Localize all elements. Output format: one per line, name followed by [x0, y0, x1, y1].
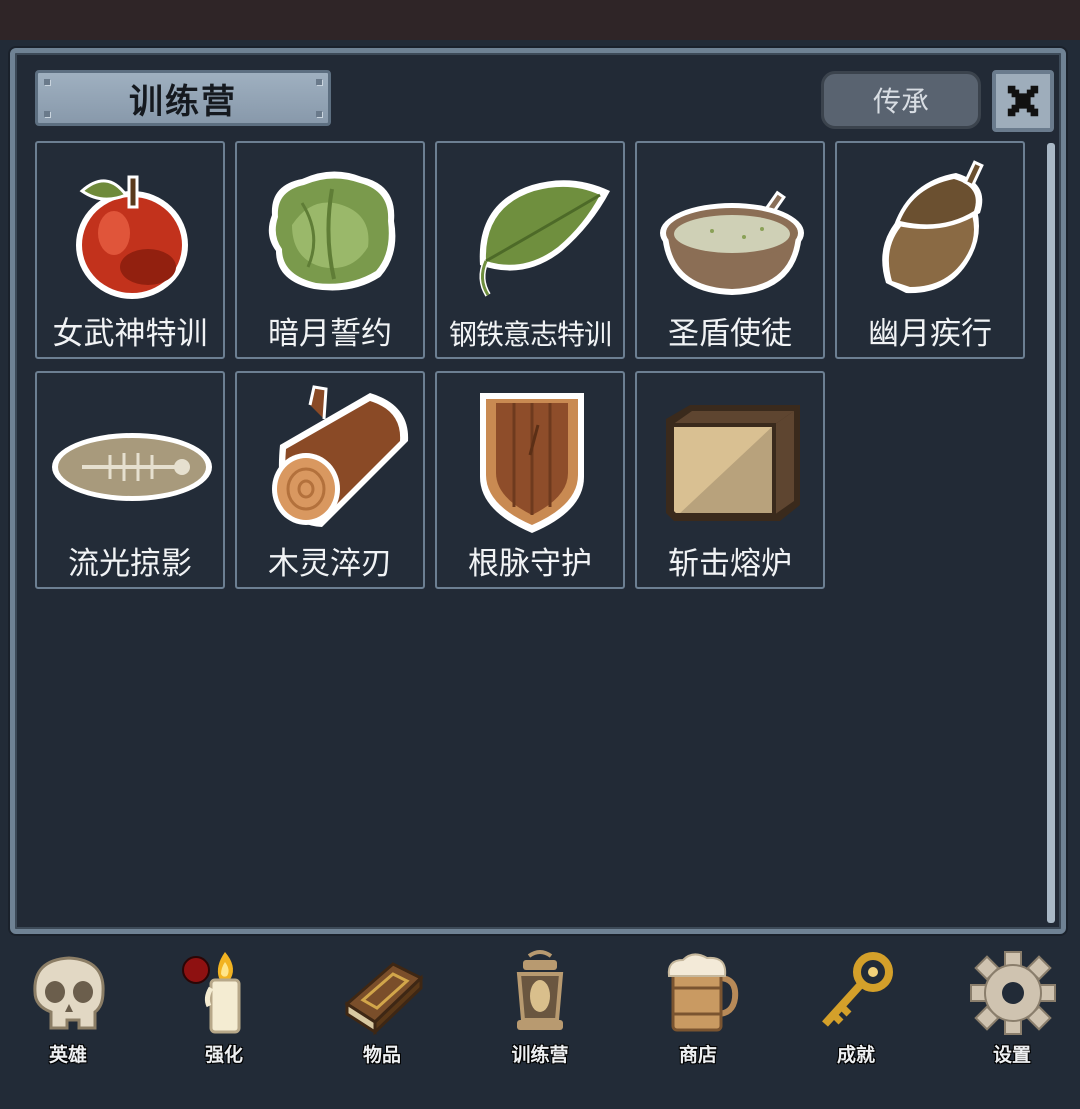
training-card-label: 圣盾使徒 — [668, 316, 792, 352]
nav-achievements[interactable]: 成就 — [796, 948, 916, 1068]
bottom-nav: 英雄 强化 物品 训练营 商店 成就 设置 — [0, 940, 1080, 1109]
apple-icon — [76, 175, 188, 299]
training-card-label: 钢铁意志特训 — [448, 318, 612, 351]
nav-items[interactable]: 物品 — [322, 948, 442, 1068]
close-icon — [1007, 85, 1039, 117]
cabbage-icon — [268, 171, 396, 291]
training-card-label: 木灵淬刃 — [268, 546, 392, 582]
nav-hero[interactable]: 英雄 — [8, 948, 128, 1068]
training-card-label: 根脉守护 — [468, 546, 592, 582]
training-card-root-guard[interactable]: 根脉守护 — [435, 371, 625, 589]
lantern-icon — [516, 950, 564, 1030]
training-card-label: 斩击熔炉 — [668, 546, 792, 582]
key-icon — [822, 952, 893, 1027]
scrollbar[interactable] — [1047, 143, 1055, 923]
leaf-icon — [479, 180, 610, 297]
nav-label: 设置 — [992, 1044, 1031, 1066]
nav-label: 英雄 — [48, 1044, 87, 1066]
skull-icon — [33, 956, 105, 1030]
training-card-label: 流光掠影 — [68, 546, 192, 582]
training-card-wood-spirit-blade[interactable]: 木灵淬刃 — [235, 371, 425, 589]
window-title: 训练营 — [129, 81, 237, 122]
training-card-dark-moon-oath[interactable]: 暗月誓约 — [235, 141, 425, 359]
nav-label: 商店 — [678, 1044, 717, 1066]
training-card-label: 女武神特训 — [52, 316, 208, 352]
notification-badge — [182, 956, 210, 984]
gear-icon — [970, 951, 1056, 1035]
fish-bone-icon — [52, 433, 212, 501]
training-card-holy-shield[interactable]: 圣盾使徒 — [635, 141, 825, 359]
nav-label: 训练营 — [511, 1044, 569, 1066]
book-icon — [344, 962, 424, 1036]
training-card-iron-will[interactable]: 钢铁意志特训 — [435, 141, 625, 359]
beer-mug-icon — [667, 953, 739, 1032]
rivet-decoration — [316, 111, 322, 117]
acorn-icon — [882, 160, 984, 294]
training-card-streaming-light[interactable]: 流光掠影 — [35, 371, 225, 589]
rivet-decoration — [316, 79, 322, 85]
nav-label: 物品 — [362, 1044, 401, 1066]
training-card-label: 幽月疾行 — [868, 316, 992, 352]
training-card-valkyrie[interactable]: 女武神特训 — [35, 141, 225, 359]
training-camp-window: 训练营 传承 女武神特训 暗月誓约 钢铁意志特训 圣盾使徒 幽月疾行 流光掠影 … — [10, 48, 1066, 934]
rivet-decoration — [44, 79, 50, 85]
training-item-grid: 女武神特训 暗月誓约 钢铁意志特训 圣盾使徒 幽月疾行 流光掠影 木灵淬刃 根脉… — [35, 141, 1025, 589]
inherit-button[interactable]: 传承 — [821, 71, 981, 129]
nav-label: 强化 — [204, 1044, 243, 1066]
nav-shop[interactable]: 商店 — [638, 948, 758, 1068]
top-status-bar — [0, 0, 1080, 40]
nav-training-camp[interactable]: 训练营 — [480, 948, 600, 1068]
training-card-label: 暗月誓约 — [268, 316, 392, 352]
window-title-plate: 训练营 — [35, 70, 331, 126]
rivet-decoration — [44, 111, 50, 117]
close-button[interactable] — [992, 70, 1054, 132]
bowl-icon — [660, 190, 804, 295]
wooden-shield-icon — [480, 393, 584, 533]
log-icon — [272, 385, 409, 527]
nav-settings[interactable]: 设置 — [952, 948, 1072, 1068]
training-card-slash-forge[interactable]: 斩击熔炉 — [635, 371, 825, 589]
crate-icon — [666, 405, 800, 521]
nav-label: 成就 — [836, 1044, 875, 1066]
training-card-shadow-moon-sprint[interactable]: 幽月疾行 — [835, 141, 1025, 359]
